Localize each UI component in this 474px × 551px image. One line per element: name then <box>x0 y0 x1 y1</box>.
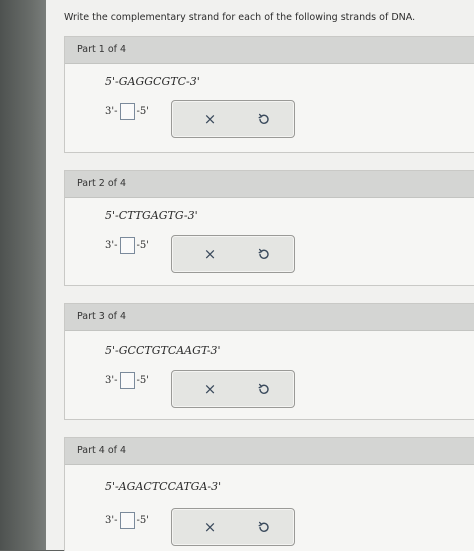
clear-button[interactable]: × <box>200 379 220 399</box>
answer-prefix: 3'- <box>105 240 118 251</box>
part-2-panel: Part 2 of 4 5'-CTTGAGTG-3' 3'- -5' × <box>64 170 474 286</box>
answer-input[interactable] <box>119 372 135 389</box>
answer-controls: × <box>171 370 295 408</box>
dna-strand: 5'-CTTGAGTG-3' <box>105 209 198 222</box>
answer-prefix: 3'- <box>105 106 118 117</box>
answer-input[interactable] <box>119 237 135 254</box>
answer-suffix: -5' <box>136 515 150 526</box>
left-rail <box>0 0 46 550</box>
part-header: Part 2 of 4 <box>65 171 474 198</box>
answer-controls: × <box>171 235 295 273</box>
answer-prefix: 3'- <box>105 375 118 386</box>
instruction-text: Write the complementary strand for each … <box>64 12 416 23</box>
assignment-page: Write the complementary strand for each … <box>46 0 474 551</box>
answer-suffix: -5' <box>136 240 150 251</box>
answer-input[interactable] <box>119 512 135 529</box>
clear-button[interactable]: × <box>200 109 220 129</box>
dna-strand: 5'-GCCTGTCAAGT-3' <box>105 344 221 357</box>
answer-row: 3'- -5' <box>105 372 149 389</box>
undo-button[interactable] <box>254 109 274 129</box>
part-header: Part 4 of 4 <box>65 438 474 465</box>
undo-button[interactable] <box>254 244 274 264</box>
undo-icon <box>258 113 269 124</box>
answer-input[interactable] <box>119 103 135 120</box>
clear-button[interactable]: × <box>200 517 220 537</box>
part-3-panel: Part 3 of 4 5'-GCCTGTCAAGT-3' 3'- -5' × <box>64 303 474 420</box>
undo-icon <box>258 521 269 532</box>
answer-row: 3'- -5' <box>105 237 149 254</box>
dna-strand: 5'-AGACTCCATGA-3' <box>105 480 222 493</box>
answer-prefix: 3'- <box>105 515 118 526</box>
undo-button[interactable] <box>254 379 274 399</box>
part-4-panel: Part 4 of 4 5'-AGACTCCATGA-3' 3'- -5' × <box>64 437 474 551</box>
answer-suffix: -5' <box>136 106 150 117</box>
dna-strand: 5'-GAGGCGTC-3' <box>105 75 200 88</box>
undo-button[interactable] <box>254 517 274 537</box>
answer-suffix: -5' <box>136 375 150 386</box>
clear-button[interactable]: × <box>200 244 220 264</box>
answer-controls: × <box>171 508 295 546</box>
answer-row: 3'- -5' <box>105 103 149 120</box>
part-1-panel: Part 1 of 4 5'-GAGGCGTC-3' 3'- -5' × <box>64 36 474 153</box>
part-header: Part 1 of 4 <box>65 37 474 64</box>
part-header: Part 3 of 4 <box>65 304 474 331</box>
undo-icon <box>258 248 269 259</box>
answer-controls: × <box>171 100 295 138</box>
undo-icon <box>258 383 269 394</box>
answer-row: 3'- -5' <box>105 512 149 529</box>
